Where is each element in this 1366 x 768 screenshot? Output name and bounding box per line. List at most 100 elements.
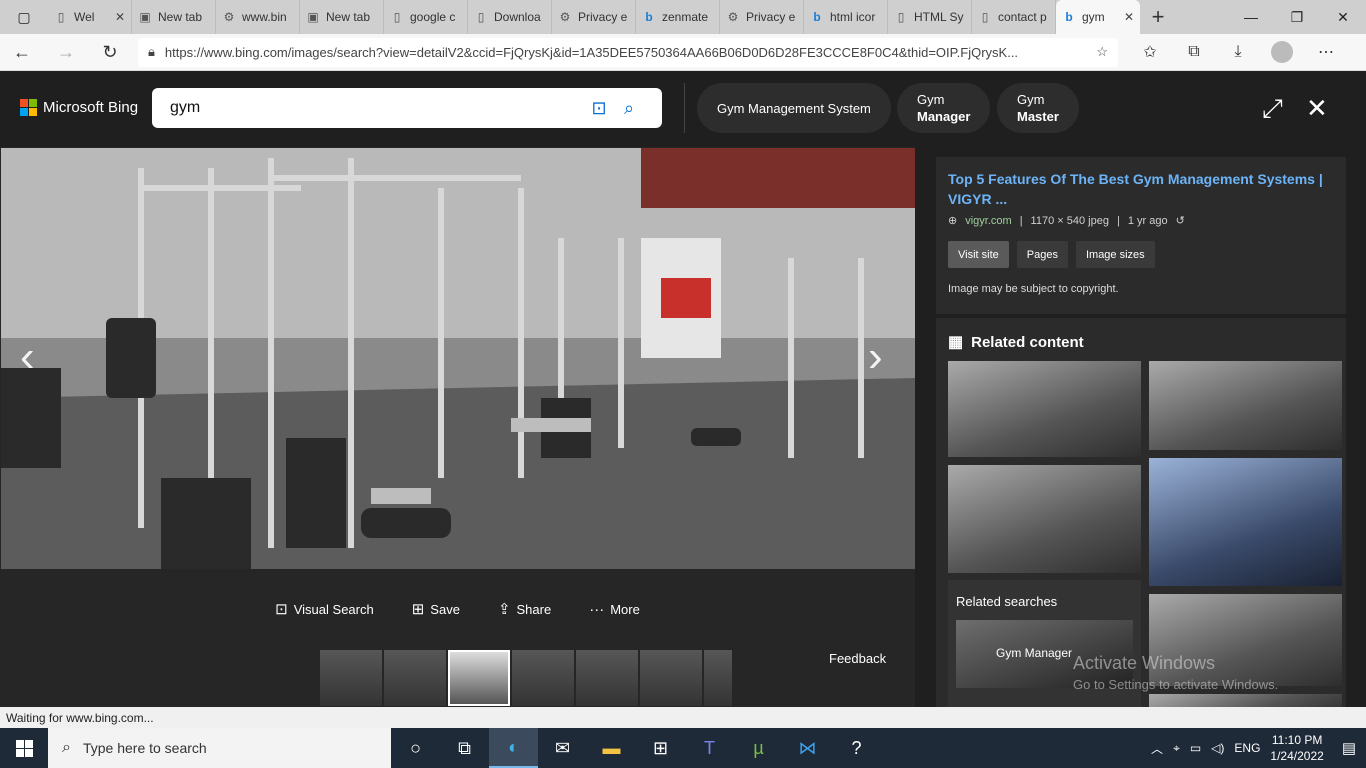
address-bar[interactable]: 🔒︎ https://www.bing.com/images/search?vi…	[138, 37, 1118, 67]
cortana-icon[interactable]: ○	[391, 728, 440, 768]
filmstrip-thumbnail[interactable]	[704, 650, 732, 706]
filmstrip-thumbnail[interactable]	[640, 650, 702, 706]
related-chip-gym-master[interactable]: Gym Master	[997, 83, 1079, 133]
search-input[interactable]	[170, 99, 584, 117]
filmstrip-thumbnail[interactable]	[384, 650, 446, 706]
visit-site-button[interactable]: Visit site	[948, 241, 1009, 268]
browser-toolbar: ✩ ⧉ ⤓ ⋯	[1128, 41, 1348, 63]
back-button[interactable]: ←	[0, 34, 44, 71]
feedback-link[interactable]: Feedback	[829, 651, 886, 666]
browser-tab[interactable]: ▯ google c	[384, 0, 468, 34]
network-icon[interactable]: ⌖	[1173, 741, 1180, 756]
browser-tab[interactable]: ▣ New tab	[132, 0, 216, 34]
filmstrip-thumbnail[interactable]	[576, 650, 638, 706]
related-thumbnail[interactable]	[1149, 458, 1342, 586]
teams-icon[interactable]: T	[685, 728, 734, 768]
browser-tab[interactable]: b html icor	[804, 0, 888, 34]
browser-tab-active[interactable]: b gym ✕	[1056, 0, 1140, 34]
more-icon: ···	[589, 600, 605, 618]
notification-icon[interactable]: ▤	[1342, 739, 1356, 757]
browser-tab[interactable]: ▯ HTML Sy	[888, 0, 972, 34]
browser-tab[interactable]: ▯ Wel ✕	[48, 0, 132, 34]
store-icon[interactable]: ⊞	[636, 728, 685, 768]
related-thumbnail[interactable]	[1149, 594, 1342, 686]
info-buttons: Visit site Pages Image sizes	[948, 241, 1155, 268]
header-divider	[684, 83, 685, 133]
image-title-link[interactable]: Top 5 Features Of The Best Gym Managemen…	[948, 169, 1328, 209]
forward-button[interactable]: →	[44, 34, 88, 71]
browser-tab[interactable]: b zenmate	[636, 0, 720, 34]
search-icon: ⌕	[62, 739, 71, 756]
utorrent-icon[interactable]: µ	[734, 728, 783, 768]
browser-tab[interactable]: ▯ contact p	[972, 0, 1056, 34]
search-box: ⊡ ⌕	[152, 88, 662, 128]
expand-icon[interactable]: ⤢	[1262, 93, 1283, 125]
visual-search-button[interactable]: ⊡ Visual Search	[275, 600, 374, 618]
show-hidden-icons-chevron-icon[interactable]: ︿	[1151, 740, 1163, 757]
share-button[interactable]: ⇪ Share	[498, 600, 551, 618]
previous-image-arrow[interactable]: ‹	[20, 332, 35, 382]
globe-icon: ⊕	[948, 215, 958, 227]
start-button[interactable]	[0, 728, 48, 768]
browser-tab[interactable]: ⚙ Privacy e	[552, 0, 636, 34]
edge-browser-icon[interactable]: ◐	[489, 728, 538, 768]
browser-tab[interactable]: ▯ Downloa	[468, 0, 552, 34]
collections-icon[interactable]: ⧉	[1172, 41, 1216, 63]
gear-page-icon: ⚙	[559, 10, 571, 24]
new-tab-button[interactable]: +	[1140, 0, 1176, 34]
source-domain[interactable]: vigyr.com	[965, 215, 1011, 227]
bing-icon: b	[1065, 10, 1073, 24]
close-window-icon[interactable]: ✕	[1320, 0, 1366, 34]
page-icon: ▯	[57, 10, 65, 24]
close-tab-icon[interactable]: ✕	[1124, 10, 1134, 24]
search-icon[interactable]: ⌕	[614, 98, 644, 119]
taskbar-search-box[interactable]: ⌕ Type here to search	[48, 728, 391, 768]
add-favorite-icon[interactable]: ☆	[1096, 44, 1108, 60]
close-icon[interactable]: ✕	[1306, 93, 1328, 124]
browser-tab[interactable]: ▣ New tab	[300, 0, 384, 34]
related-search-label: Gym Manager	[996, 646, 1073, 660]
clock[interactable]: 11:10 PM 1/24/2022	[1270, 732, 1323, 764]
image-actions: ⊡ Visual Search ⊞ Save ⇪ Share ··· More	[0, 587, 915, 631]
related-thumbnail[interactable]	[948, 361, 1141, 457]
battery-icon[interactable]: ▭	[1190, 741, 1201, 755]
image-size: 1170 × 540 jpeg	[1030, 214, 1109, 227]
vscode-icon[interactable]: ⋈	[783, 728, 832, 768]
related-thumbnail[interactable]	[1149, 361, 1342, 450]
tab-actions-button[interactable]: ▢	[0, 0, 48, 34]
mail-icon[interactable]: ✉	[538, 728, 587, 768]
feedback-hub-icon[interactable]: ?	[832, 728, 881, 768]
downloads-icon[interactable]: ⤓	[1216, 41, 1260, 63]
related-thumbnail[interactable]	[948, 465, 1141, 573]
minimize-icon[interactable]: —	[1228, 0, 1274, 34]
image-sizes-button[interactable]: Image sizes	[1075, 241, 1155, 268]
task-view-icon[interactable]: ⧉	[440, 728, 489, 768]
restore-icon[interactable]: ❐	[1274, 0, 1320, 34]
pages-button[interactable]: Pages	[1016, 241, 1068, 268]
refresh-button[interactable]: ↻	[88, 34, 132, 71]
browser-tab[interactable]: ⚙ Privacy e	[720, 0, 804, 34]
more-button[interactable]: ··· More	[589, 601, 640, 618]
visual-search-camera-icon[interactable]: ⊡	[584, 98, 614, 119]
related-chip-gym-manager[interactable]: Gym Manager	[897, 83, 991, 133]
favorites-icon[interactable]: ✩	[1128, 41, 1172, 63]
browser-tab[interactable]: ⚙ www.bin	[216, 0, 300, 34]
related-chip-gym-management-system[interactable]: Gym Management System	[697, 83, 891, 133]
newtab-icon: ▣	[307, 10, 319, 24]
bing-logo[interactable]: Microsoft Bing	[20, 99, 138, 116]
related-thumbnail[interactable]	[1149, 694, 1342, 707]
window-controls: — ❐ ✕	[1228, 0, 1366, 34]
volume-icon[interactable]: ◁)	[1211, 741, 1224, 755]
visual-search-icon: ⊡	[275, 601, 288, 618]
filmstrip-thumbnail[interactable]	[512, 650, 574, 706]
settings-more-icon[interactable]: ⋯	[1304, 41, 1348, 63]
language-indicator[interactable]: ENG	[1234, 741, 1260, 755]
profile-button[interactable]	[1260, 41, 1304, 63]
file-explorer-icon[interactable]: ▬	[587, 728, 636, 768]
save-button[interactable]: ⊞ Save	[412, 600, 460, 618]
filmstrip-thumbnail[interactable]	[320, 650, 382, 706]
main-gym-image[interactable]	[1, 148, 915, 569]
close-tab-icon[interactable]: ✕	[115, 10, 125, 24]
next-image-arrow[interactable]: ›	[868, 332, 883, 382]
filmstrip-thumbnail-current[interactable]	[448, 650, 510, 706]
